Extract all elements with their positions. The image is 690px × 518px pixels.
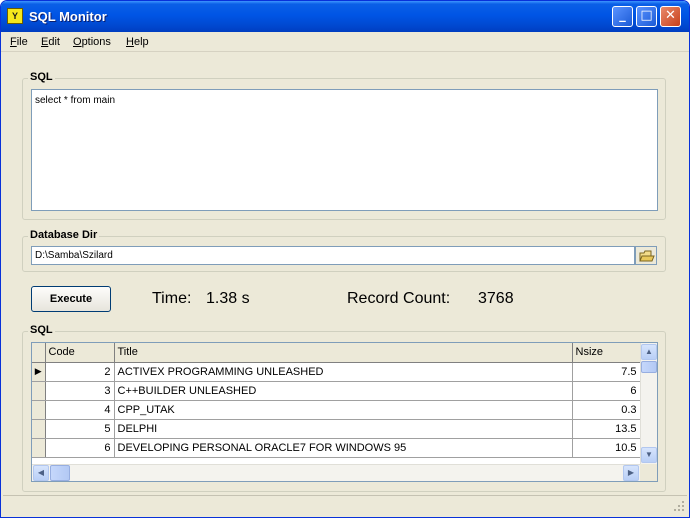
cell-nsize[interactable]: 0.3 — [572, 400, 641, 420]
menu-bar: File Edit Options Help — [1, 32, 689, 52]
sql-monitor-window: Y SQL Monitor _ □ ✕ File Edit Options He… — [0, 0, 690, 518]
horizontal-scrollbar[interactable]: ◀ ▶ — [32, 464, 640, 481]
column-header-code[interactable]: Code — [45, 343, 115, 363]
table-row[interactable]: 3 C++BUILDER UNLEASHED 6 — [32, 381, 641, 401]
menu-file-accel: F — [10, 36, 17, 48]
database-dir-label: Database Dir — [28, 229, 100, 241]
scroll-left-icon[interactable]: ◀ — [33, 465, 49, 481]
cell-code[interactable]: 6 — [45, 438, 115, 458]
menu-options-accel: O — [73, 36, 82, 48]
window-title: SQL Monitor — [29, 9, 107, 24]
cell-nsize[interactable]: 13.5 — [572, 419, 641, 439]
cell-title[interactable]: DEVELOPING PERSONAL ORACLE7 FOR WINDOWS … — [114, 438, 573, 458]
database-dir-input[interactable] — [31, 246, 635, 265]
vertical-scroll-thumb[interactable] — [641, 361, 657, 373]
row-indicator[interactable] — [32, 381, 46, 401]
cell-nsize[interactable]: 10.5 — [572, 438, 641, 458]
close-icon[interactable]: ✕ — [660, 6, 681, 27]
row-indicator[interactable] — [32, 438, 46, 458]
row-indicator[interactable] — [32, 400, 46, 420]
scroll-right-icon[interactable]: ▶ — [623, 465, 639, 481]
title-bar[interactable]: Y SQL Monitor _ □ ✕ — [1, 1, 689, 32]
sql-group-label: SQL — [28, 71, 55, 83]
scroll-down-icon[interactable]: ▼ — [641, 447, 657, 463]
column-header-title[interactable]: Title — [114, 343, 573, 363]
menu-help[interactable]: Help — [126, 36, 149, 48]
maximize-icon[interactable]: □ — [636, 6, 657, 27]
menu-help-accel: H — [126, 36, 134, 48]
menu-edit-label: dit — [48, 36, 60, 48]
cell-title[interactable]: DELPHI — [114, 419, 573, 439]
cell-title[interactable]: ACTIVEX PROGRAMMING UNLEASHED — [114, 362, 573, 382]
cell-code[interactable]: 5 — [45, 419, 115, 439]
cell-nsize[interactable]: 7.5 — [572, 362, 641, 382]
menu-edit[interactable]: Edit — [41, 36, 60, 48]
status-bar — [3, 495, 687, 514]
table-row[interactable]: ▶ 2 ACTIVEX PROGRAMMING UNLEASHED 7.5 — [32, 362, 641, 382]
column-header-nsize[interactable]: Nsize — [572, 343, 641, 363]
time-label: Time: — [152, 290, 192, 307]
menu-file-label: ile — [16, 36, 28, 48]
vertical-scrollbar[interactable]: ▲ ▼ — [640, 343, 657, 464]
record-count-value: 3768 — [478, 290, 514, 307]
cell-code[interactable]: 3 — [45, 381, 115, 401]
grid-header-row: Code Title Nsize — [32, 343, 641, 363]
grid-corner — [32, 343, 46, 363]
results-group-label: SQL — [28, 324, 55, 336]
scroll-up-icon[interactable]: ▲ — [641, 344, 657, 360]
cell-nsize[interactable]: 6 — [572, 381, 641, 401]
size-grip-icon[interactable] — [673, 500, 685, 512]
table-row[interactable]: 6 DEVELOPING PERSONAL ORACLE7 FOR WINDOW… — [32, 438, 641, 458]
time-value: 1.38 s — [206, 290, 250, 307]
folder-browse-icon — [639, 250, 655, 262]
results-table: Code Title Nsize ▶ 2 ACTIVEX PROGRAMMING… — [32, 343, 641, 458]
menu-help-label: elp — [133, 36, 149, 48]
cell-code[interactable]: 2 — [45, 362, 115, 382]
table-row[interactable]: 4 CPP_UTAK 0.3 — [32, 400, 641, 420]
execute-button[interactable]: Execute — [31, 286, 111, 312]
scroll-corner — [640, 464, 657, 481]
cell-code[interactable]: 4 — [45, 400, 115, 420]
cell-title[interactable]: C++BUILDER UNLEASHED — [114, 381, 573, 401]
menu-options-label: ptions — [81, 36, 111, 48]
results-grid[interactable]: Code Title Nsize ▶ 2 ACTIVEX PROGRAMMING… — [31, 342, 658, 482]
minimize-icon[interactable]: _ — [612, 6, 633, 27]
table-row[interactable]: 5 DELPHI 13.5 — [32, 419, 641, 439]
record-count-label: Record Count: — [347, 290, 451, 307]
horizontal-scroll-thumb[interactable] — [50, 465, 70, 481]
row-indicator-current[interactable]: ▶ — [32, 362, 46, 382]
row-indicator[interactable] — [32, 419, 46, 439]
sql-query-input[interactable] — [31, 89, 658, 211]
browse-folder-button[interactable] — [635, 246, 657, 265]
menu-file[interactable]: File — [10, 36, 28, 48]
cell-title[interactable]: CPP_UTAK — [114, 400, 573, 420]
menu-options[interactable]: Options — [73, 36, 111, 48]
app-icon[interactable]: Y — [7, 8, 23, 24]
